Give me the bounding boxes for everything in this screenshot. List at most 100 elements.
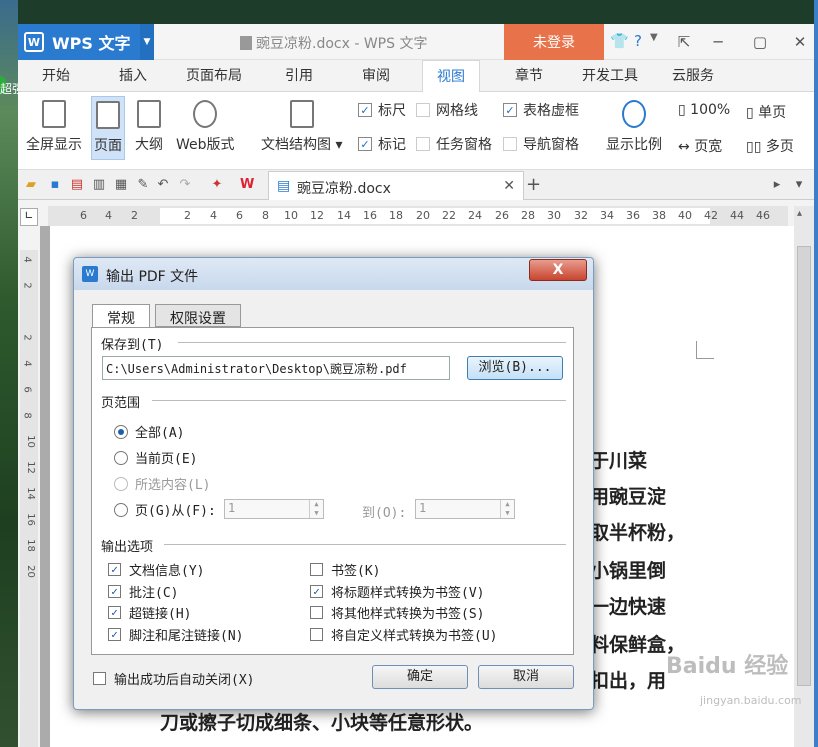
document-icon xyxy=(240,36,252,50)
open-icon[interactable]: ▰ xyxy=(24,178,38,192)
tab-review[interactable]: 审阅 xyxy=(362,60,390,92)
tab-permissions[interactable]: 权限设置 xyxy=(155,304,241,327)
tab-stop-selector[interactable]: ∟ xyxy=(20,208,38,226)
skin-icon[interactable]: 👕 xyxy=(610,32,629,50)
login-button[interactable]: 未登录 xyxy=(504,24,604,60)
tab-general[interactable]: 常规 xyxy=(92,304,150,328)
document-tab[interactable]: ▤ 豌豆凉粉.docx ✕ xyxy=(268,171,524,200)
close-window-icon[interactable]: ✕ xyxy=(788,30,812,54)
pin-icon[interactable]: ✦ xyxy=(210,178,224,192)
tab-start[interactable]: 开始 xyxy=(42,60,70,92)
range-current-radio[interactable]: 当前页(E) xyxy=(114,448,197,467)
multi-page-button[interactable]: ▯▯ 多页 xyxy=(746,136,794,156)
auto-close-checkbox[interactable]: 输出成功后自动关闭(X) xyxy=(93,669,254,688)
range-pages-radio[interactable]: 页(G)从(F): xyxy=(114,500,216,519)
option-doc-info[interactable]: ✓ 文档信息(Y) xyxy=(108,560,204,579)
redo-icon[interactable]: ↷ xyxy=(178,178,192,192)
horizontal-ruler[interactable]: 642 246 8 10 12 14 16 18 20 22 24 26 28 30 32 34 3… xyxy=(48,206,788,226)
new-tab-icon[interactable]: + xyxy=(526,174,541,195)
doc-line: 刀或擦子切成细条、小块等任意形状。 xyxy=(160,713,484,734)
option-other-style-bookmarks[interactable]: 将其他样式转换为书签(S) xyxy=(310,603,484,622)
wps-home-icon[interactable]: W xyxy=(240,178,254,192)
task-pane-checkbox[interactable]: 任务窗格 xyxy=(416,134,492,154)
save-path-input[interactable]: C:\Users\Administrator\Desktop\豌豆凉粉.pdf xyxy=(102,356,450,380)
scrollbar-thumb[interactable] xyxy=(797,246,811,686)
dialog-close-button[interactable]: X xyxy=(529,259,587,281)
vertical-scrollbar[interactable]: ▴ xyxy=(794,206,814,747)
desktop-icon-label: 超强 xyxy=(0,82,18,96)
option-custom-style-bookmarks[interactable]: 将自定义样式转换为书签(U) xyxy=(310,625,497,644)
tab-chapter[interactable]: 章节 xyxy=(515,60,543,92)
multi-page-icon: ▯▯ xyxy=(746,139,766,155)
ribbon-toggle-icon[interactable]: ▸ xyxy=(770,178,784,192)
fullscreen-button[interactable]: 全屏显示 xyxy=(26,100,82,154)
option-comments[interactable]: ✓ 批注(C) xyxy=(108,582,178,601)
help-dropdown-icon[interactable]: ▼ xyxy=(650,32,658,43)
title-bar: W WPS 文字 ▼ 豌豆凉粉.docx - WPS 文字 未登录 👕 ? ▼ ⇱… xyxy=(18,24,814,60)
single-page-button[interactable]: ▯ 单页 xyxy=(746,102,786,122)
close-tab-icon[interactable]: ✕ xyxy=(503,178,515,194)
restore-icon[interactable]: ⇱ xyxy=(672,30,696,54)
undo-icon[interactable]: ↶ xyxy=(156,178,170,192)
outline-icon xyxy=(137,100,161,128)
doc-structure-button[interactable]: 文档结构图 ▾ xyxy=(261,100,342,154)
gridlines-checkbox[interactable]: 网格线 xyxy=(416,100,478,120)
option-heading-bookmarks[interactable]: ✓ 将标题样式转换为书签(V) xyxy=(310,582,484,601)
doc-structure-icon xyxy=(289,100,314,128)
page-view-button[interactable]: 页面 xyxy=(91,96,125,160)
table-gridlines-checkbox[interactable]: ✓ 表格虚框 xyxy=(503,100,579,120)
export-pdf-icon[interactable]: ▤ xyxy=(70,178,84,192)
tab-dev-tools[interactable]: 开发工具 xyxy=(582,60,638,92)
option-hyperlinks[interactable]: ✓ 超链接(H) xyxy=(108,603,191,622)
outline-view-button[interactable]: 大纲 xyxy=(135,100,163,154)
range-to-input[interactable]: 1 ▲ ▼ xyxy=(415,499,515,519)
option-bookmarks[interactable]: 书签(K) xyxy=(310,560,380,579)
minimize-icon[interactable]: ─ xyxy=(706,30,730,54)
page-width-icon: ↔ xyxy=(678,139,695,155)
tab-page-layout[interactable]: 页面布局 xyxy=(186,60,242,92)
markup-checkbox[interactable]: ✓ 标记 xyxy=(358,134,406,154)
dialog-title-bar: W 输出 PDF 文件 X xyxy=(74,258,593,290)
print-preview-icon[interactable]: ▦ xyxy=(114,178,128,192)
browse-button[interactable]: 浏览(B)... xyxy=(467,356,563,380)
tab-menu-icon[interactable]: ▾ xyxy=(792,178,806,192)
range-selection-radio[interactable]: 所选内容(L) xyxy=(114,474,210,493)
scroll-up-icon[interactable]: ▴ xyxy=(797,208,802,219)
help-icon[interactable]: ? xyxy=(634,32,642,50)
web-icon xyxy=(193,100,218,128)
save-icon[interactable]: ▪ xyxy=(48,178,62,192)
window-title: 豌豆凉粉.docx - WPS 文字 xyxy=(240,33,427,53)
tab-cloud[interactable]: 云服务 xyxy=(672,60,714,92)
doc-line: 一边快速 xyxy=(590,597,667,618)
dialog-title: 输出 PDF 文件 xyxy=(106,269,199,285)
tab-insert[interactable]: 插入 xyxy=(119,60,147,92)
web-view-button[interactable]: Web版式 xyxy=(176,100,235,154)
app-menu-button[interactable]: W WPS 文字 xyxy=(18,24,154,60)
app-name: WPS 文字 xyxy=(52,34,131,53)
format-painter-icon[interactable]: ✎ xyxy=(136,178,150,192)
vertical-ruler[interactable]: 422 468 10 12 14 16 18 20 xyxy=(20,250,38,747)
page-width-button[interactable]: ↔ 页宽 xyxy=(678,136,722,156)
zoom-100-icon: ▯ xyxy=(678,102,691,118)
app-menu-arrow-icon[interactable]: ▼ xyxy=(140,24,154,60)
ruler-checkbox[interactable]: ✓ 标尺 xyxy=(358,100,406,120)
tab-references[interactable]: 引用 xyxy=(285,60,313,92)
ok-button[interactable]: 确定 xyxy=(372,665,468,689)
option-footnote-links[interactable]: ✓ 脚注和尾注链接(N) xyxy=(108,625,243,644)
zoom-button[interactable]: 显示比例 xyxy=(606,100,662,154)
zoom-100-button[interactable]: ▯ 100% xyxy=(678,102,730,118)
doc-line: 取半杯粉， xyxy=(590,523,686,544)
range-from-input[interactable]: 1 ▲ ▼ xyxy=(224,499,324,519)
fullscreen-icon xyxy=(42,100,66,128)
print-icon[interactable]: ▥ xyxy=(92,178,106,192)
nav-pane-checkbox[interactable]: 导航窗格 xyxy=(503,134,579,154)
export-pdf-dialog: W 输出 PDF 文件 X 常规 权限设置 保存到(T) C:\Users\Ad… xyxy=(73,257,594,710)
maximize-icon[interactable]: ▢ xyxy=(748,30,772,54)
desktop-background: 超强 xyxy=(0,0,18,747)
doc-tab-icon: ▤ xyxy=(277,178,291,194)
watermark-logo: Baidu 经验 xyxy=(666,654,789,679)
range-all-radio[interactable]: 全部(A) xyxy=(114,422,184,441)
page-view-icon xyxy=(96,101,120,129)
tab-view[interactable]: 视图 xyxy=(422,60,480,93)
cancel-button[interactable]: 取消 xyxy=(478,665,574,689)
